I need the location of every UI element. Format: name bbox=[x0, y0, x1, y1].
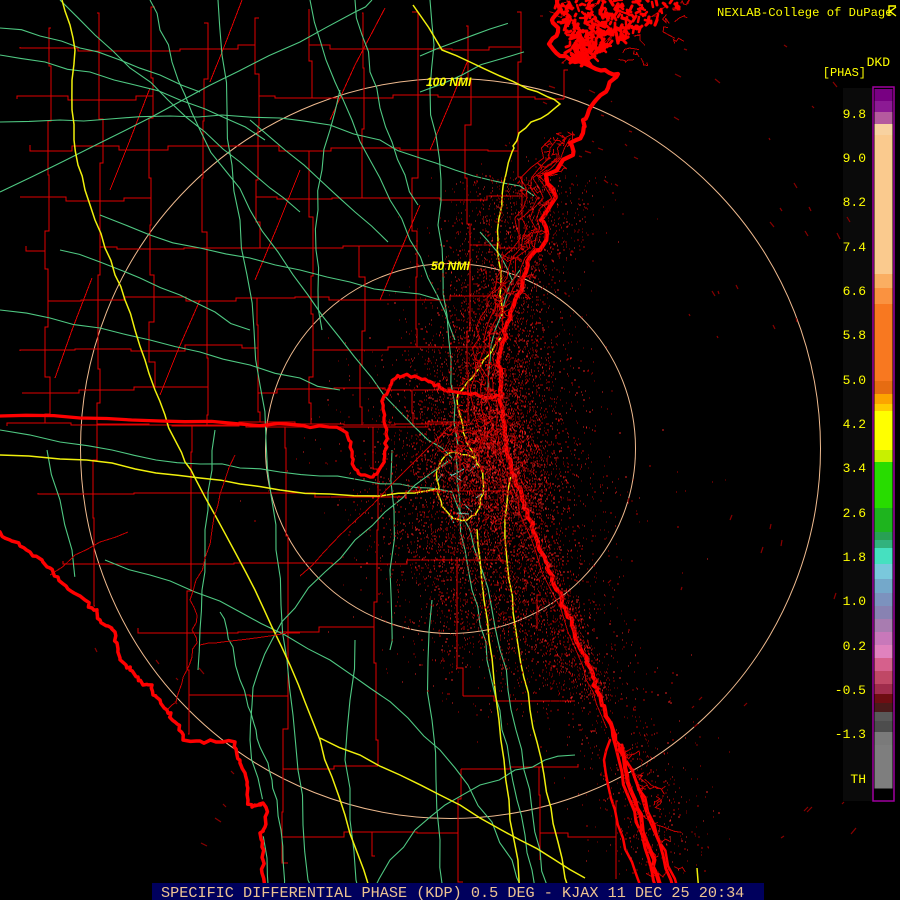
svg-text:9.0: 9.0 bbox=[843, 151, 866, 166]
svg-text:7.4: 7.4 bbox=[843, 240, 867, 255]
svg-text:3.4: 3.4 bbox=[843, 461, 867, 476]
svg-text:6.6: 6.6 bbox=[843, 284, 866, 299]
svg-text:5.8: 5.8 bbox=[843, 328, 866, 343]
svg-text:TH: TH bbox=[850, 772, 866, 787]
svg-text:SPECIFIC DIFFERENTIAL PHASE (K: SPECIFIC DIFFERENTIAL PHASE (KDP) 0.5 DE… bbox=[161, 884, 744, 900]
svg-text:5.0: 5.0 bbox=[843, 373, 866, 388]
svg-text:1.8: 1.8 bbox=[843, 550, 866, 565]
svg-text:0.2: 0.2 bbox=[843, 639, 866, 654]
svg-text:2.6: 2.6 bbox=[843, 506, 866, 521]
svg-text:1.0: 1.0 bbox=[843, 594, 866, 609]
svg-text:8.2: 8.2 bbox=[843, 195, 866, 210]
svg-text:100 NMI: 100 NMI bbox=[426, 75, 472, 89]
svg-text:-1.3: -1.3 bbox=[835, 727, 866, 742]
svg-text:9.8: 9.8 bbox=[843, 107, 866, 122]
svg-text:NEXLAB-College of DuPage: NEXLAB-College of DuPage bbox=[717, 6, 893, 20]
svg-text:[PHAS]: [PHAS] bbox=[823, 66, 866, 80]
svg-text:-0.5: -0.5 bbox=[835, 683, 866, 698]
svg-text:50 NMI: 50 NMI bbox=[431, 259, 470, 273]
svg-text:4.2: 4.2 bbox=[843, 417, 866, 432]
svg-text:DKD: DKD bbox=[867, 55, 891, 70]
